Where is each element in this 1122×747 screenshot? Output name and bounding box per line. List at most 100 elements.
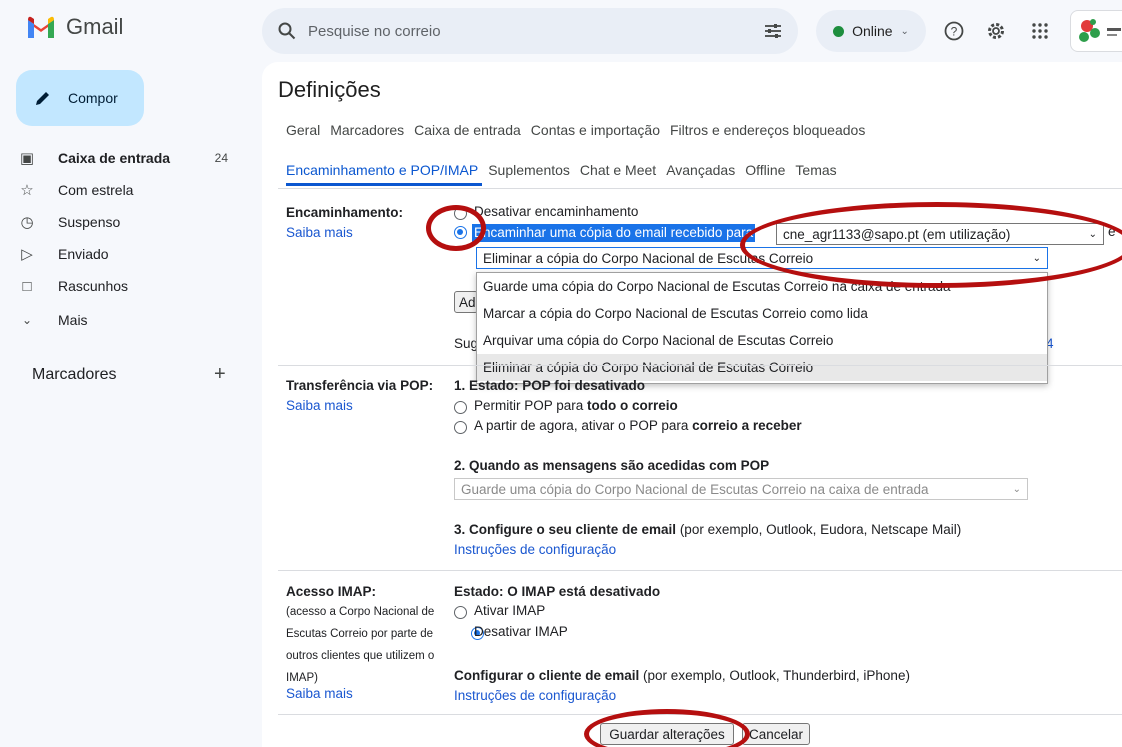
forwarding-tip-text: Sug (454, 336, 479, 351)
forward-action-value: Eliminar a cópia do Corpo Nacional de Es… (483, 250, 814, 266)
pop-learn-more-link[interactable]: Saiba mais (286, 398, 353, 413)
forward-address-select[interactable]: cne_agr1133@sapo.pt (em utilização) ⌄ (776, 223, 1104, 245)
pop-all-mail-label: Permitir POP para todo o correio (474, 398, 678, 413)
imap-description: (acesso a Corpo Nacional de Escutas Corr… (286, 606, 435, 684)
divider (278, 188, 1122, 189)
forwarding-label: Encaminhamento: (286, 205, 404, 220)
tab-labels[interactable]: Marcadores (330, 122, 404, 138)
sidebar-item-starred[interactable]: ☆ Com estrela (16, 174, 248, 206)
unread-count: 24 (214, 151, 228, 165)
svg-text:?: ? (951, 25, 958, 39)
page-title: Definições (278, 77, 381, 102)
tab-general[interactable]: Geral (286, 122, 320, 138)
divider (278, 570, 1122, 571)
gmail-m-icon (28, 16, 54, 38)
compose-button[interactable]: Compor (16, 70, 144, 126)
divider (278, 714, 1122, 715)
dropdown-option-archive[interactable]: Arquivar uma cópia do Corpo Nacional de … (477, 327, 1047, 354)
radio-enable-forwarding[interactable] (454, 226, 467, 239)
tab-offline[interactable]: Offline (745, 162, 785, 178)
radio-pop-all-mail[interactable] (454, 401, 467, 414)
tab-addons[interactable]: Suplementos (488, 162, 570, 178)
sidebar-item-inbox[interactable]: ▣ Caixa de entrada 24 (16, 142, 248, 174)
sidebar-item-label: Enviado (58, 246, 109, 262)
forward-action-select[interactable]: Eliminar a cópia do Corpo Nacional de Es… (476, 247, 1048, 269)
sidebar-item-more[interactable]: ⌄ Mais (16, 304, 248, 336)
search-options-icon[interactable] (764, 23, 782, 39)
cancel-button[interactable]: Cancelar (742, 723, 810, 745)
search-bar[interactable]: Pesquise no correio (262, 8, 798, 54)
sidebar-item-label: Suspenso (58, 214, 121, 230)
settings-tabs-row1: Geral Marcadores Caixa de entrada Contas… (286, 122, 865, 138)
sidebar-item-label: Caixa de entrada (58, 150, 171, 166)
compose-label: Compor (68, 90, 118, 106)
sidebar-item-label: Com estrela (58, 182, 134, 198)
organization-logo[interactable] (1070, 10, 1122, 52)
dropdown-option-mark-read[interactable]: Marcar a cópia do Corpo Nacional de Escu… (477, 300, 1047, 327)
pop-new-mail-label: A partir de agora, ativar o POP para cor… (474, 418, 802, 433)
apps-grid-icon[interactable] (1028, 19, 1052, 43)
dropdown-option-delete[interactable]: Eliminar a cópia do Corpo Nacional de Es… (477, 354, 1047, 381)
active-tab-indicator (286, 183, 482, 186)
dropdown-option-keep[interactable]: Guarde uma cópia do Corpo Nacional de Es… (477, 273, 1047, 300)
search-icon[interactable] (278, 22, 296, 40)
enable-imap-label: Ativar IMAP (474, 603, 546, 618)
imap-learn-more-link[interactable]: Saiba mais (286, 686, 353, 701)
tab-themes[interactable]: Temas (795, 162, 836, 178)
labels-heading: Marcadores (32, 366, 117, 383)
sidebar-item-sent[interactable]: ▷ Enviado (16, 238, 248, 270)
status-dropdown[interactable]: Online ⌄ (816, 10, 926, 52)
chevron-down-icon: ⌄ (1088, 228, 1097, 240)
forward-action-dropdown: Guarde uma cópia do Corpo Nacional de Es… (476, 272, 1048, 384)
tab-inbox[interactable]: Caixa de entrada (414, 122, 521, 138)
add-label-icon[interactable]: + (214, 363, 226, 386)
pop-step3-text: 3. Configure o seu cliente de email (por… (454, 522, 962, 537)
disable-imap-label: Desativar IMAP (474, 624, 568, 639)
tab-advanced[interactable]: Avançadas (666, 162, 735, 178)
enable-forwarding-label: Encaminhar uma cópia do email recebido p… (472, 224, 756, 242)
settings-tabs-row2: Encaminhamento e POP/IMAP Suplementos Ch… (286, 162, 837, 178)
forward-address-value: cne_agr1133@sapo.pt (em utilização) (783, 226, 1011, 242)
pop-label: Transferência via POP: (286, 378, 434, 393)
sidebar-item-label: Rascunhos (58, 278, 129, 294)
gmail-logo[interactable]: Gmail (26, 14, 123, 40)
draft-file-icon: □ (22, 277, 32, 295)
add-forwarding-address-button[interactable]: Ad (454, 291, 478, 313)
imap-instructions-link[interactable]: Instruções de configuração (454, 688, 616, 703)
help-icon[interactable]: ? (942, 19, 966, 43)
pop-status: 1. Estado: POP foi desativado (454, 378, 646, 393)
pencil-icon (36, 92, 49, 105)
chevron-down-icon: ⌄ (1032, 252, 1041, 264)
radio-enable-imap[interactable] (454, 606, 467, 619)
sidebar-item-snoozed[interactable]: ◷ Suspenso (16, 206, 248, 238)
sidebar-item-label: Mais (58, 312, 88, 328)
pop-instructions-link[interactable]: Instruções de configuração (454, 542, 616, 557)
tab-accounts[interactable]: Contas e importação (531, 122, 660, 138)
clock-icon: ◷ (20, 214, 34, 231)
forwarding-learn-more-link[interactable]: Saiba mais (286, 225, 353, 240)
pop-action-value: Guarde uma cópia do Corpo Nacional de Es… (461, 481, 929, 497)
pop-action-select[interactable]: Guarde uma cópia do Corpo Nacional de Es… (454, 478, 1028, 500)
status-label: Online (852, 23, 893, 39)
search-input[interactable]: Pesquise no correio (308, 23, 764, 40)
chevron-down-icon: ⌄ (21, 313, 33, 327)
radio-disable-forwarding[interactable] (454, 207, 467, 220)
chevron-down-icon: ⌄ (1012, 483, 1021, 495)
star-icon: ☆ (20, 182, 34, 199)
app-name: Gmail (66, 14, 124, 39)
radio-pop-new-mail[interactable] (454, 421, 467, 434)
tab-filters[interactable]: Filtros e endereços bloqueados (670, 122, 865, 138)
save-changes-button[interactable]: Guardar alterações (600, 723, 734, 745)
tab-chat-meet[interactable]: Chat e Meet (580, 162, 656, 178)
settings-gear-icon[interactable] (984, 19, 1008, 43)
sidebar-item-drafts[interactable]: □ Rascunhos (16, 270, 248, 302)
chevron-down-icon: ⌄ (900, 25, 909, 37)
forwarding-trailing-text: e (1108, 224, 1116, 239)
pop-step2-heading: 2. Quando as mensagens são acedidas com … (454, 458, 770, 473)
inbox-icon: ▣ (19, 150, 35, 167)
tab-forwarding-pop-imap[interactable]: Encaminhamento e POP/IMAP (286, 162, 478, 178)
imap-config-text: Configurar o cliente de email (por exemp… (454, 668, 910, 683)
online-dot-icon (833, 25, 845, 37)
send-icon: ▷ (21, 246, 33, 263)
imap-status: Estado: O IMAP está desativado (454, 584, 661, 599)
